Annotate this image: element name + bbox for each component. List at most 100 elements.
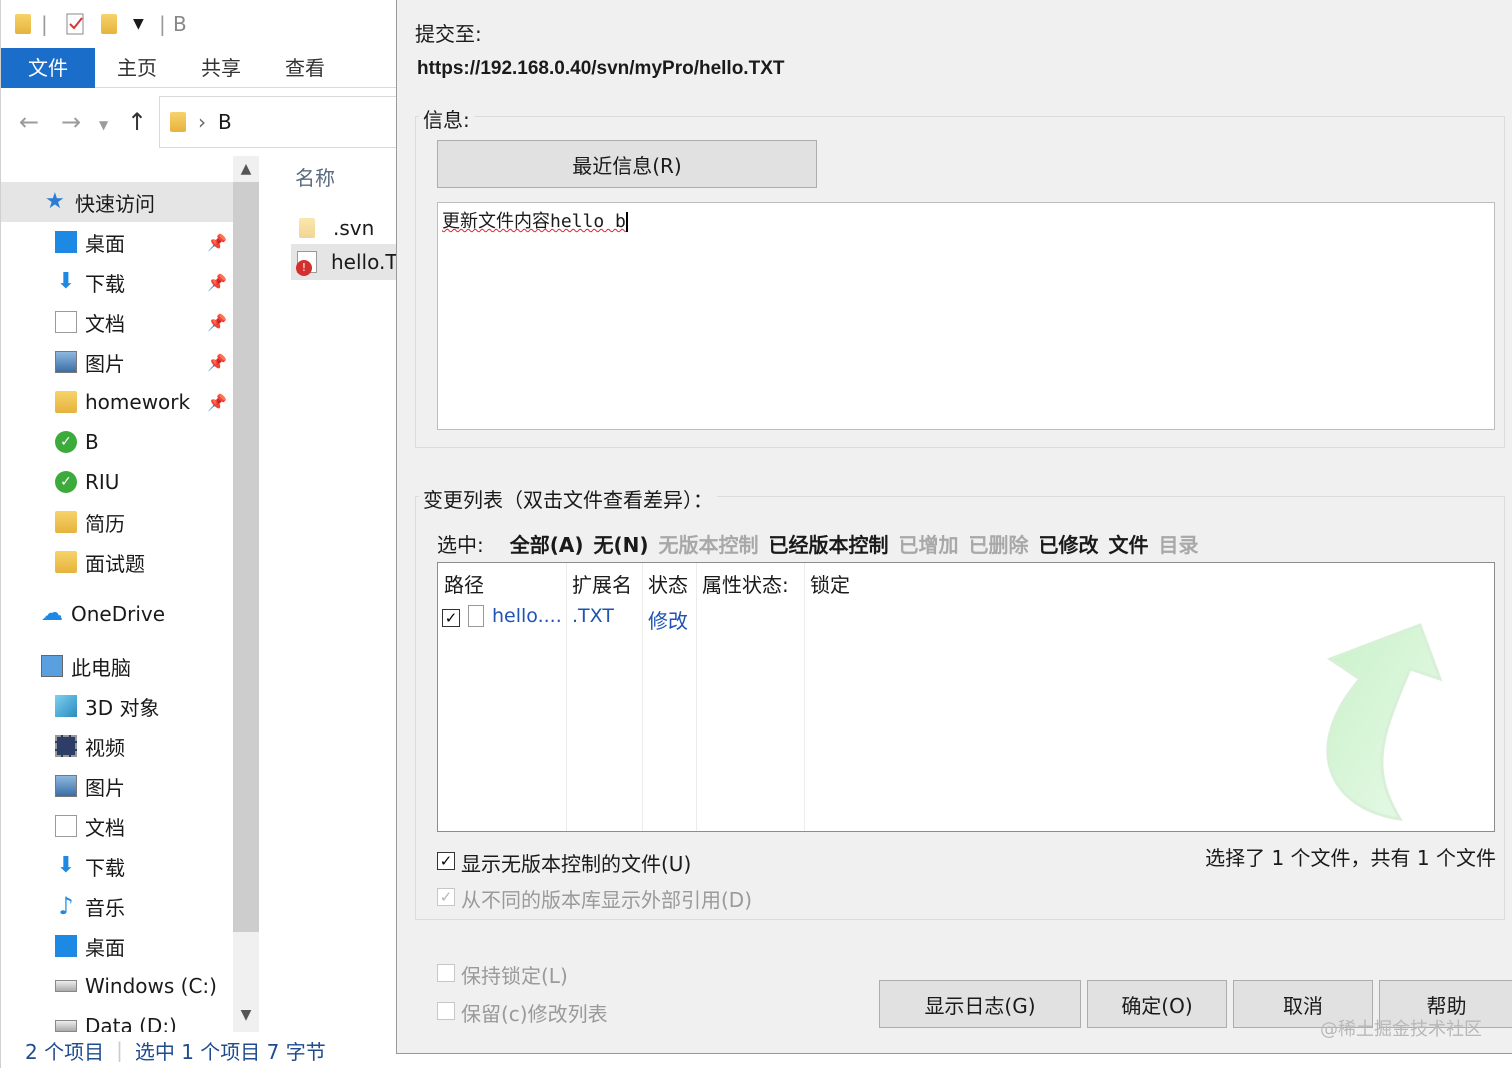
nav-item-interview[interactable]: 面试题 bbox=[1, 542, 233, 582]
column-separator[interactable] bbox=[804, 563, 805, 831]
folder-icon bbox=[55, 511, 77, 533]
tab-home[interactable]: 主页 bbox=[97, 48, 177, 88]
filter-all-link[interactable]: 全部(A) bbox=[510, 529, 584, 558]
keep-changelists-checkbox bbox=[437, 1002, 455, 1020]
chevron-down-icon[interactable]: ▼ bbox=[133, 10, 144, 38]
nav-item-drive-c[interactable]: Windows (C:) bbox=[1, 966, 233, 1006]
address-segment[interactable]: B bbox=[218, 110, 232, 134]
nav-item-pictures-pc[interactable]: 图片 bbox=[1, 766, 233, 806]
properties-icon[interactable] bbox=[65, 10, 87, 38]
drive-icon bbox=[55, 1020, 77, 1032]
scroll-down-icon[interactable]: ▼ bbox=[233, 1002, 259, 1028]
nav-item-homework[interactable]: homework 📌 bbox=[1, 382, 233, 422]
ok-button[interactable]: 确定(O) bbox=[1087, 980, 1227, 1028]
nav-item-label: 面试题 bbox=[85, 551, 145, 576]
new-folder-icon[interactable] bbox=[101, 10, 117, 38]
status-selection: 选中 1 个项目 7 字节 bbox=[134, 1039, 326, 1064]
column-header-property-status[interactable]: 属性状态: bbox=[702, 569, 789, 598]
nav-item-quick-access[interactable]: ★ 快速访问 bbox=[1, 182, 233, 222]
folder-icon bbox=[55, 551, 77, 573]
nav-item-label: Windows (C:) bbox=[85, 974, 217, 998]
text-caret bbox=[625, 212, 628, 232]
nav-item-documents[interactable]: 文档 📌 bbox=[1, 302, 233, 342]
column-header-lock[interactable]: 锁定 bbox=[810, 569, 850, 598]
tab-file[interactable]: 文件 bbox=[1, 48, 95, 88]
nav-item-pictures[interactable]: 图片 📌 bbox=[1, 342, 233, 382]
row-checkbox[interactable]: ✓ bbox=[442, 609, 460, 627]
column-header-status[interactable]: 状态 bbox=[648, 569, 688, 598]
selection-filter-row: 选中: 全部(A) 无(N) 无版本控制 已经版本控制 已增加 已删除 已修改 … bbox=[437, 528, 1209, 558]
column-separator[interactable] bbox=[566, 563, 567, 831]
commit-url: https://192.168.0.40/svn/myPro/hello.TXT bbox=[417, 58, 785, 79]
nav-item-b[interactable]: ✓ B bbox=[1, 422, 233, 462]
picture-icon bbox=[55, 351, 77, 373]
nav-item-downloads-pc[interactable]: ⬇ 下载 bbox=[1, 846, 233, 886]
up-arrow-icon[interactable]: ↑ bbox=[127, 108, 147, 136]
scroll-thumb[interactable] bbox=[233, 182, 259, 932]
pin-icon[interactable]: 📌 bbox=[207, 233, 227, 252]
recent-messages-button[interactable]: 最近信息(R) bbox=[437, 140, 817, 188]
show-unversioned-checkbox[interactable]: ✓ bbox=[437, 852, 455, 870]
address-bar[interactable]: › B bbox=[159, 96, 399, 148]
column-separator[interactable] bbox=[642, 563, 643, 831]
column-header-name[interactable]: 名称 bbox=[295, 162, 335, 191]
list-item[interactable]: ! hello.T bbox=[291, 244, 399, 280]
nav-item-music[interactable]: ♪ 音乐 bbox=[1, 886, 233, 926]
nav-item-3d-objects[interactable]: 3D 对象 bbox=[1, 686, 233, 726]
nav-item-label: 下载 bbox=[85, 855, 125, 880]
list-item[interactable]: .svn bbox=[291, 210, 399, 246]
nav-item-desktop-pc[interactable]: 桌面 bbox=[1, 926, 233, 966]
nav-item-documents-pc[interactable]: 文档 bbox=[1, 806, 233, 846]
nav-item-resume[interactable]: 简历 bbox=[1, 502, 233, 542]
nav-item-label: 文档 bbox=[85, 311, 125, 336]
nav-item-this-pc[interactable]: 此电脑 bbox=[1, 646, 233, 686]
message-group-title: 信息: bbox=[419, 104, 474, 133]
nav-item-riu[interactable]: ✓ RIU bbox=[1, 462, 233, 502]
nav-item-videos[interactable]: 视频 bbox=[1, 726, 233, 766]
drive-icon bbox=[55, 980, 77, 992]
nav-item-drive-d[interactable]: Data (D:) bbox=[1, 1006, 233, 1032]
nav-item-onedrive[interactable]: ☁ OneDrive bbox=[1, 594, 233, 634]
scroll-up-icon[interactable]: ▲ bbox=[233, 156, 259, 182]
commit-message-input[interactable]: 更新文件内容hello b bbox=[437, 202, 1495, 430]
pin-icon[interactable]: 📌 bbox=[207, 393, 227, 412]
tab-view[interactable]: 查看 bbox=[265, 48, 345, 88]
filter-files-link[interactable]: 文件 bbox=[1109, 529, 1149, 558]
back-arrow-icon[interactable]: ← bbox=[19, 108, 39, 136]
show-unversioned-label: 显示无版本控制的文件(U) bbox=[461, 852, 692, 876]
selection-summary: 选择了 1 个文件，共有 1 个文件 bbox=[1205, 846, 1496, 870]
changed-files-list[interactable]: 路径 扩展名 状态 属性状态: 锁定 ✓ hello.... .TXT 修改 bbox=[437, 562, 1495, 832]
nav-item-label: Data (D:) bbox=[85, 1014, 177, 1032]
forward-arrow-icon[interactable]: → bbox=[61, 108, 81, 136]
column-header-extension[interactable]: 扩展名 bbox=[572, 569, 632, 598]
recent-locations-chevron-icon[interactable]: ▼ bbox=[99, 118, 108, 132]
filter-modified-link[interactable]: 已修改 bbox=[1039, 529, 1099, 558]
column-separator[interactable] bbox=[696, 563, 697, 831]
download-icon: ⬇ bbox=[56, 853, 76, 878]
pin-icon[interactable]: 📌 bbox=[207, 273, 227, 292]
pin-icon[interactable]: 📌 bbox=[207, 313, 227, 332]
nav-item-label: RIU bbox=[85, 470, 120, 494]
nav-item-downloads[interactable]: ⬇ 下载 📌 bbox=[1, 262, 233, 302]
filter-versioned-link[interactable]: 已经版本控制 bbox=[769, 529, 889, 558]
pin-icon[interactable]: 📌 bbox=[207, 353, 227, 372]
changes-group-title: 变更列表（双击文件查看差异）： bbox=[419, 484, 717, 513]
show-log-button[interactable]: 显示日志(G) bbox=[879, 980, 1081, 1028]
nav-item-label: 3D 对象 bbox=[85, 695, 160, 720]
column-header-path[interactable]: 路径 bbox=[444, 569, 484, 598]
desktop-icon bbox=[55, 231, 77, 253]
document-icon bbox=[55, 311, 77, 333]
window-title: B bbox=[173, 12, 187, 36]
folder-icon bbox=[170, 112, 186, 132]
nav-item-desktop[interactable]: 桌面 📌 bbox=[1, 222, 233, 262]
folder-icon[interactable] bbox=[15, 10, 31, 38]
keep-changelists-label: 保留(c)修改列表 bbox=[461, 1002, 608, 1026]
status-divider: | bbox=[116, 1038, 123, 1062]
nav-item-label: 简历 bbox=[85, 511, 125, 536]
cell-status: 修改 bbox=[648, 609, 688, 633]
tab-share[interactable]: 共享 bbox=[181, 48, 261, 88]
filter-directories-link: 目录 bbox=[1158, 532, 1199, 557]
file-icon bbox=[468, 605, 484, 627]
nav-pane-scrollbar[interactable]: ▲ ▼ bbox=[233, 156, 259, 1032]
filter-none-link[interactable]: 无(N) bbox=[594, 529, 649, 558]
